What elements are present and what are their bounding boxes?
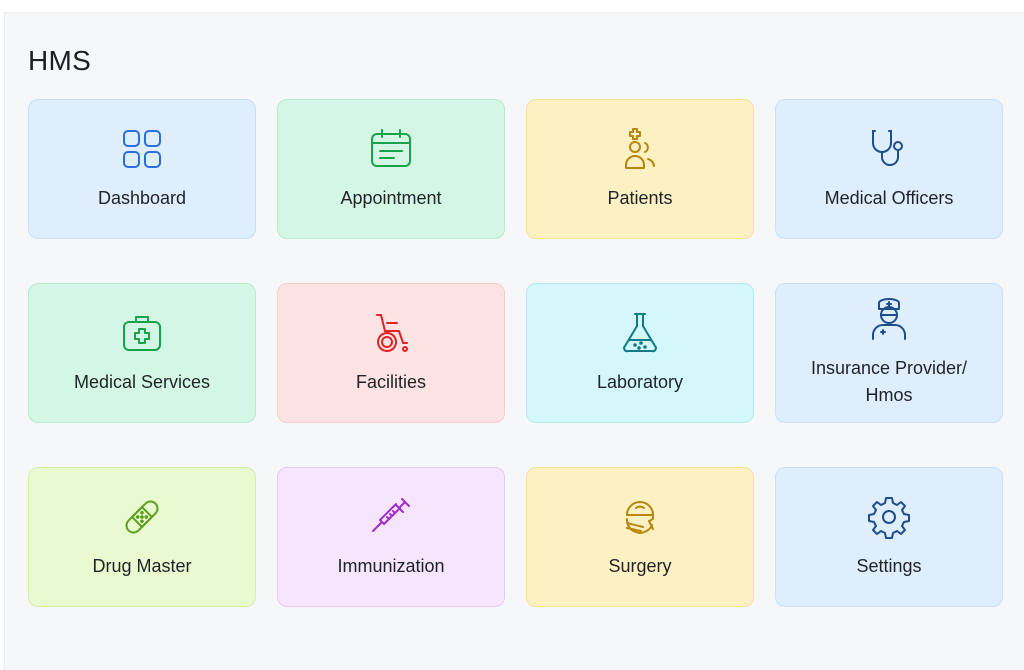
- surgeon-icon: [618, 495, 662, 539]
- tile-medical-officers[interactable]: Medical Officers: [775, 99, 1003, 239]
- calendar-icon: [369, 127, 413, 171]
- tile-label: Appointment: [340, 187, 442, 208]
- tile-label: Settings: [856, 555, 922, 576]
- tile-drug-master[interactable]: Drug Master: [28, 467, 256, 607]
- tile-settings[interactable]: Settings: [775, 467, 1003, 607]
- wheelchair-icon: [369, 311, 413, 355]
- nurse-icon: [867, 297, 911, 341]
- tile-label: Facilities: [355, 371, 426, 392]
- tile-label: Medical Services: [73, 371, 211, 392]
- hms-page: HMS Dashboard Appointment Patients Medic…: [4, 12, 1024, 670]
- bandage-icon: [120, 495, 164, 539]
- module-grid: Dashboard Appointment Patients Medical O…: [28, 99, 1004, 607]
- tile-patients[interactable]: Patients: [526, 99, 754, 239]
- gear-icon: [867, 495, 911, 539]
- flask-icon: [618, 311, 662, 355]
- tile-label: Insurance Provider/ Hmos: [810, 358, 968, 405]
- patients-icon: [618, 127, 662, 171]
- tile-dashboard[interactable]: Dashboard: [28, 99, 256, 239]
- tile-label: Laboratory: [596, 371, 684, 392]
- grid-icon: [120, 127, 164, 171]
- tile-immunization[interactable]: Immunization: [277, 467, 505, 607]
- tile-label: Drug Master: [92, 555, 192, 576]
- tile-label: Patients: [607, 187, 673, 208]
- tile-medical-services[interactable]: Medical Services: [28, 283, 256, 423]
- tile-surgery[interactable]: Surgery: [526, 467, 754, 607]
- tile-facilities[interactable]: Facilities: [277, 283, 505, 423]
- tile-label: Immunization: [337, 555, 445, 576]
- tile-label: Medical Officers: [824, 187, 954, 208]
- syringe-icon: [369, 495, 413, 539]
- page-title: HMS: [28, 45, 92, 76]
- tile-label: Dashboard: [97, 187, 187, 208]
- medical-kit-icon: [120, 311, 164, 355]
- tile-insurance-provider[interactable]: Insurance Provider/ Hmos: [775, 283, 1003, 423]
- stethoscope-icon: [867, 127, 911, 171]
- tile-laboratory[interactable]: Laboratory: [526, 283, 754, 423]
- tile-appointment[interactable]: Appointment: [277, 99, 505, 239]
- tile-label: Surgery: [608, 555, 672, 576]
